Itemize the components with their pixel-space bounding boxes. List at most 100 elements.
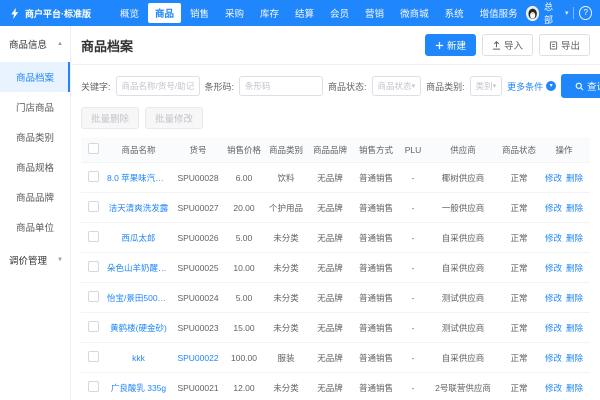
brand-cell: 无品牌 — [308, 382, 352, 394]
nav-item[interactable]: 库存 — [253, 3, 286, 23]
row-checkbox[interactable] — [88, 201, 99, 212]
nav-right: 总部 ▾ ? — [526, 0, 592, 26]
brand-cell: 无品牌 — [308, 172, 352, 184]
nav-item[interactable]: 概览 — [113, 3, 146, 23]
select-all-checkbox[interactable] — [88, 143, 99, 154]
edit-link[interactable]: 修改 — [545, 322, 562, 334]
nav-item[interactable]: 采购 — [218, 3, 251, 23]
product-name-link[interactable]: 怡宝/景田500mL PET瓶装饮料 — [105, 292, 172, 304]
plu-cell: - — [400, 173, 426, 183]
batch-delete-button[interactable]: 批量删除 — [81, 107, 139, 129]
price-cell: 100.00 — [224, 353, 264, 363]
sidebar-item[interactable]: 商品类别 — [0, 122, 70, 152]
row-checkbox[interactable] — [88, 381, 99, 392]
delete-link[interactable]: 删除 — [566, 382, 583, 394]
edit-link[interactable]: 修改 — [545, 262, 562, 274]
page-header: 商品档案 新建 导入 导出 — [71, 26, 600, 65]
nav-item[interactable]: 营销 — [358, 3, 391, 23]
sidebar-group[interactable]: 调价管理 ▼ — [0, 242, 70, 278]
col-status: 商品状态 — [500, 144, 538, 156]
barcode-input[interactable] — [239, 76, 323, 96]
delete-link[interactable]: 删除 — [566, 322, 583, 334]
edit-link[interactable]: 修改 — [545, 172, 562, 184]
nav-item[interactable]: 会员 — [323, 3, 356, 23]
product-name-link[interactable]: 洁天清爽洗发露 — [105, 202, 172, 214]
help-icon[interactable]: ? — [579, 6, 592, 20]
product-name-link[interactable]: 黄鹤楼(硬金砂) — [105, 322, 172, 334]
batch-edit-button[interactable]: 批量修改 — [145, 107, 203, 129]
sidebar-group[interactable]: 商品信息 ▲ — [0, 26, 70, 62]
sku-cell: SPU00024 — [172, 293, 224, 303]
product-table: 商品名称 货号 销售价格 商品类别 商品品牌 销售方式 PLU 供应商 商品状态… — [81, 137, 590, 400]
sidebar-item[interactable]: 门店商品 — [0, 92, 70, 122]
sidebar-item[interactable]: 商品单位 — [0, 212, 70, 242]
delete-link[interactable]: 删除 — [566, 172, 583, 184]
nav-item[interactable]: 微商城 — [393, 3, 436, 23]
row-checkbox[interactable] — [88, 231, 99, 242]
edit-link[interactable]: 修改 — [545, 202, 562, 214]
sidebar-item[interactable]: 商品档案 — [0, 62, 70, 92]
supplier-cell: 椰树供应商 — [426, 172, 500, 184]
category-cell: 未分类 — [264, 262, 308, 274]
col-price: 销售价格 — [224, 144, 264, 156]
plu-cell: - — [400, 293, 426, 303]
select-all-cell — [81, 143, 105, 156]
sku-cell: SPU00027 — [172, 203, 224, 213]
sidebar-group-label: 调价管理 — [9, 253, 47, 267]
status-select[interactable]: 商品状态 ▾ — [372, 76, 422, 96]
edit-link[interactable]: 修改 — [545, 292, 562, 304]
price-cell: 20.00 — [224, 203, 264, 213]
edit-link[interactable]: 修改 — [545, 382, 562, 394]
main-content: 商品档案 新建 导入 导出 关键字: — [71, 26, 600, 400]
nav-item[interactable]: 商品 — [148, 3, 181, 23]
sale-type-cell: 普通销售 — [352, 322, 400, 334]
user-name[interactable]: 总部 — [544, 0, 560, 26]
delete-link[interactable]: 删除 — [566, 262, 583, 274]
export-button[interactable]: 导出 — [539, 34, 590, 56]
barcode-label: 条形码: — [205, 80, 235, 93]
row-checkbox[interactable] — [88, 261, 99, 272]
chevron-down-icon[interactable]: ▾ — [565, 9, 569, 17]
row-checkbox[interactable] — [88, 171, 99, 182]
import-button[interactable]: 导入 — [482, 34, 533, 56]
status-cell: 正常 — [500, 172, 538, 184]
sidebar-item[interactable]: 商品规格 — [0, 152, 70, 182]
edit-link[interactable]: 修改 — [545, 352, 562, 364]
sale-type-cell: 普通销售 — [352, 232, 400, 244]
col-sku: 货号 — [172, 144, 224, 156]
row-checkbox[interactable] — [88, 321, 99, 332]
more-conditions-link[interactable]: 更多条件 ▾ — [507, 80, 556, 93]
product-name-link[interactable]: 西瓜太郎 — [105, 232, 172, 244]
plu-cell: - — [400, 323, 426, 333]
row-checkbox[interactable] — [88, 291, 99, 302]
edit-link[interactable]: 修改 — [545, 232, 562, 244]
product-name-link[interactable]: 广良酸乳 335g — [105, 382, 172, 394]
nav-item[interactable]: 系统 — [438, 3, 471, 23]
product-name-link[interactable]: 朵色山羊奶醒肤素颜霜嫩肤美白保湿补水塑颜.. — [105, 262, 172, 274]
delete-link[interactable]: 删除 — [566, 292, 583, 304]
search-button[interactable]: 查询 — [561, 74, 600, 98]
delete-link[interactable]: 删除 — [566, 202, 583, 214]
col-plu: PLU — [400, 145, 426, 155]
category-select[interactable]: 类别 ▾ — [470, 76, 503, 96]
avatar[interactable] — [526, 6, 539, 21]
sku-cell: SPU00026 — [172, 233, 224, 243]
product-name-link[interactable]: 8.0 苹果味汽水中瓶装 — [105, 172, 172, 184]
col-product-name: 商品名称 — [105, 144, 172, 156]
status-cell: 正常 — [500, 292, 538, 304]
sale-type-cell: 普通销售 — [352, 382, 400, 394]
create-button[interactable]: 新建 — [425, 34, 476, 56]
category-cell: 服装 — [264, 352, 308, 364]
product-name-link[interactable]: kkk — [105, 353, 172, 363]
row-checkbox[interactable] — [88, 351, 99, 362]
delete-link[interactable]: 删除 — [566, 352, 583, 364]
top-nav: 商户平台·标准版 概览商品销售采购库存结算会员营销微商城系统增值服务 总部 ▾ … — [0, 0, 600, 26]
delete-link[interactable]: 删除 — [566, 232, 583, 244]
nav-item[interactable]: 增值服务 — [473, 3, 525, 23]
logo: 商户平台·标准版 — [8, 7, 112, 20]
table-row: 朵色山羊奶醒肤素颜霜嫩肤美白保湿补水塑颜.. SPU00025 10.00 未分… — [81, 253, 590, 283]
sidebar-item[interactable]: 商品品牌 — [0, 182, 70, 212]
nav-item[interactable]: 结算 — [288, 3, 321, 23]
keyword-input[interactable] — [116, 76, 200, 96]
nav-item[interactable]: 销售 — [183, 3, 216, 23]
